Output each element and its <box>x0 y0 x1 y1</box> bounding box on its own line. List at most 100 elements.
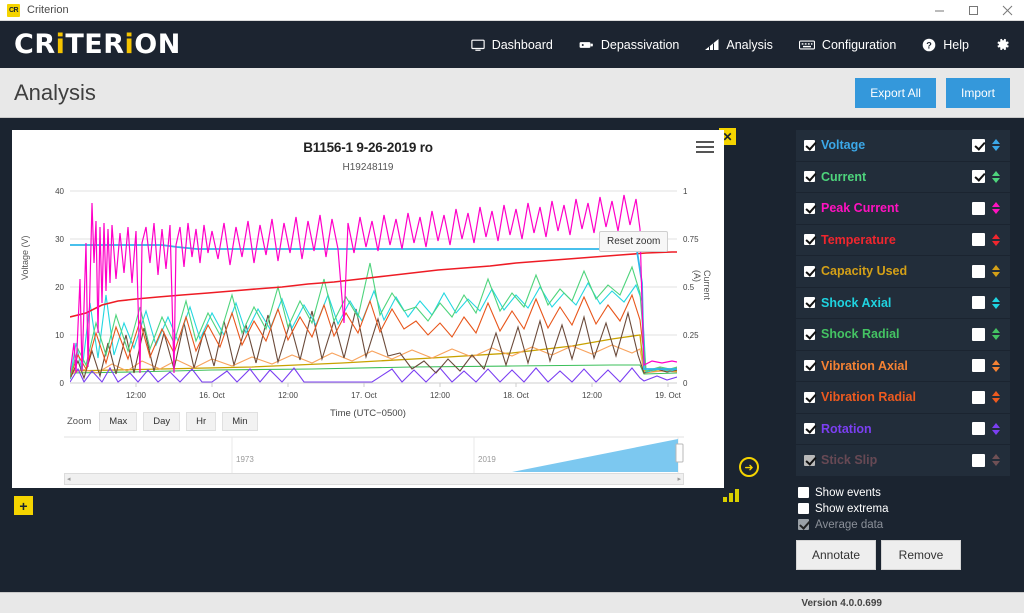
show-extrema-checkbox[interactable] <box>798 503 809 514</box>
legend-visibility-checkbox-shock-radial[interactable] <box>804 329 815 340</box>
chart-navigator[interactable]: 1973 2019 <box>64 435 684 473</box>
legend-axis-checkbox-rotation[interactable] <box>972 422 985 435</box>
minimize-icon[interactable] <box>922 0 956 20</box>
legend-visibility-checkbox-peak-current[interactable] <box>804 203 815 214</box>
chevron-down-icon[interactable] <box>992 178 1000 183</box>
legend-scale-stepper-rotation[interactable] <box>992 423 1000 435</box>
nav-item-configuration[interactable]: Configuration <box>799 38 896 52</box>
legend-scale-stepper-shock-radial[interactable] <box>992 328 1000 340</box>
chevron-down-icon[interactable] <box>992 430 1000 435</box>
legend-scale-stepper-capacity-used[interactable] <box>992 265 1000 277</box>
legend-visibility-checkbox-capacity-used[interactable] <box>804 266 815 277</box>
legend-visibility-checkbox-rotation[interactable] <box>804 423 815 434</box>
legend-row-stick-slip[interactable]: Stick Slip <box>796 445 1010 476</box>
chevron-down-icon[interactable] <box>992 335 1000 340</box>
legend-scale-stepper-voltage[interactable] <box>992 139 1000 151</box>
legend-scale-stepper-current[interactable] <box>992 171 1000 183</box>
chevron-down-icon[interactable] <box>992 146 1000 151</box>
legend-row-voltage[interactable]: Voltage <box>796 130 1010 161</box>
zoom-day-button[interactable]: Day <box>143 412 180 431</box>
legend-axis-checkbox-voltage[interactable] <box>972 139 985 152</box>
legend-row-current[interactable]: Current <box>796 162 1010 193</box>
chevron-up-icon[interactable] <box>992 454 1000 459</box>
chevron-up-icon[interactable] <box>992 171 1000 176</box>
legend-scale-stepper-peak-current[interactable] <box>992 202 1000 214</box>
chevron-up-icon[interactable] <box>992 423 1000 428</box>
legend-axis-checkbox-shock-axial[interactable] <box>972 296 985 309</box>
legend-visibility-checkbox-temperature[interactable] <box>804 234 815 245</box>
legend-scale-stepper-shock-axial[interactable] <box>992 297 1000 309</box>
hamburger-menu-icon[interactable] <box>696 141 714 156</box>
gear-icon[interactable] <box>995 37 1010 52</box>
zoom-max-button[interactable]: Max <box>99 412 137 431</box>
legend-scale-stepper-stick-slip[interactable] <box>992 454 1000 466</box>
chevron-up-icon[interactable] <box>992 202 1000 207</box>
import-button[interactable]: Import <box>946 78 1010 108</box>
chevron-up-icon[interactable] <box>992 391 1000 396</box>
chevron-up-icon[interactable] <box>992 139 1000 144</box>
legend-visibility-checkbox-shock-axial[interactable] <box>804 297 815 308</box>
zoom-min-button[interactable]: Min <box>222 412 257 431</box>
legend-row-shock-radial[interactable]: Shock Radial <box>796 319 1010 350</box>
scroll-left-icon[interactable]: ◂ <box>65 475 73 483</box>
zoom-hr-button[interactable]: Hr <box>186 412 216 431</box>
legend-axis-checkbox-shock-radial[interactable] <box>972 328 985 341</box>
legend-label-capacity-used: Capacity Used <box>821 264 907 278</box>
scroll-right-icon[interactable]: ▸ <box>675 475 683 483</box>
chevron-down-icon[interactable] <box>992 209 1000 214</box>
legend-axis-checkbox-vibration-radial[interactable] <box>972 391 985 404</box>
legend-scale-stepper-vibration-radial[interactable] <box>992 391 1000 403</box>
maximize-icon[interactable] <box>956 0 990 20</box>
legend-axis-checkbox-capacity-used[interactable] <box>972 265 985 278</box>
export-all-button[interactable]: Export All <box>855 78 936 108</box>
chevron-up-icon[interactable] <box>992 360 1000 365</box>
legend-axis-checkbox-temperature[interactable] <box>972 233 985 246</box>
chevron-down-icon[interactable] <box>992 241 1000 246</box>
annotate-button[interactable]: Annotate <box>796 540 876 570</box>
next-chart-arrow-icon[interactable]: ➜ <box>739 457 759 477</box>
chevron-up-icon[interactable] <box>992 234 1000 239</box>
legend-axis-checkbox-peak-current[interactable] <box>972 202 985 215</box>
nav-item-help[interactable]: ? Help <box>922 38 969 52</box>
chevron-up-icon[interactable] <box>992 328 1000 333</box>
legend-scale-stepper-vibration-axial[interactable] <box>992 360 1000 372</box>
legend-visibility-checkbox-voltage[interactable] <box>804 140 815 151</box>
legend-visibility-checkbox-stick-slip[interactable] <box>804 455 815 466</box>
legend-row-capacity-used[interactable]: Capacity Used <box>796 256 1010 287</box>
legend-axis-checkbox-vibration-axial[interactable] <box>972 359 985 372</box>
show-events-checkbox[interactable] <box>798 487 809 498</box>
navigator-scrollbar[interactable]: ◂ ▸ <box>64 473 684 485</box>
reset-zoom-button[interactable]: Reset zoom <box>599 231 668 252</box>
add-chart-marker[interactable]: + <box>14 496 33 515</box>
legend-visibility-checkbox-vibration-radial[interactable] <box>804 392 815 403</box>
legend-row-peak-current[interactable]: Peak Current <box>796 193 1010 224</box>
chevron-up-icon[interactable] <box>992 297 1000 302</box>
nav-item-analysis[interactable]: Analysis <box>705 38 773 52</box>
chart-plot[interactable]: 4030 2010 0 10.75 0.50.25 0 12:0016. Oct… <box>12 183 724 413</box>
chevron-down-icon[interactable] <box>992 461 1000 466</box>
chevron-down-icon[interactable] <box>992 367 1000 372</box>
close-icon[interactable] <box>990 0 1024 20</box>
nav-item-depassivation[interactable]: Depassivation <box>579 38 680 52</box>
chevron-down-icon[interactable] <box>992 398 1000 403</box>
remove-button[interactable]: Remove <box>881 540 961 570</box>
option-show-events[interactable]: Show events <box>798 487 1010 499</box>
legend-axis-checkbox-current[interactable] <box>972 170 985 183</box>
legend-row-temperature[interactable]: Temperature <box>796 225 1010 256</box>
legend-row-rotation[interactable]: Rotation <box>796 414 1010 445</box>
chevron-down-icon[interactable] <box>992 304 1000 309</box>
option-show-extrema[interactable]: Show extrema <box>798 503 1010 515</box>
legend-visibility-checkbox-current[interactable] <box>804 171 815 182</box>
legend-row-shock-axial[interactable]: Shock Axial <box>796 288 1010 319</box>
legend-row-vibration-axial[interactable]: Vibration Axial <box>796 351 1010 382</box>
legend-axis-checkbox-stick-slip[interactable] <box>972 454 985 467</box>
legend-visibility-checkbox-vibration-axial[interactable] <box>804 360 815 371</box>
nav-item-dashboard[interactable]: Dashboard <box>471 38 553 52</box>
bar-chart-toggle-icon[interactable] <box>723 489 739 502</box>
legend-scale-stepper-temperature[interactable] <box>992 234 1000 246</box>
legend-row-vibration-radial[interactable]: Vibration Radial <box>796 382 1010 413</box>
chevron-down-icon[interactable] <box>992 272 1000 277</box>
chevron-up-icon[interactable] <box>992 265 1000 270</box>
brand-logo[interactable]: CRiTERiON <box>14 31 181 58</box>
plot-wrapper[interactable]: 4030 2010 0 10.75 0.50.25 0 12:0016. Oct… <box>12 183 724 413</box>
